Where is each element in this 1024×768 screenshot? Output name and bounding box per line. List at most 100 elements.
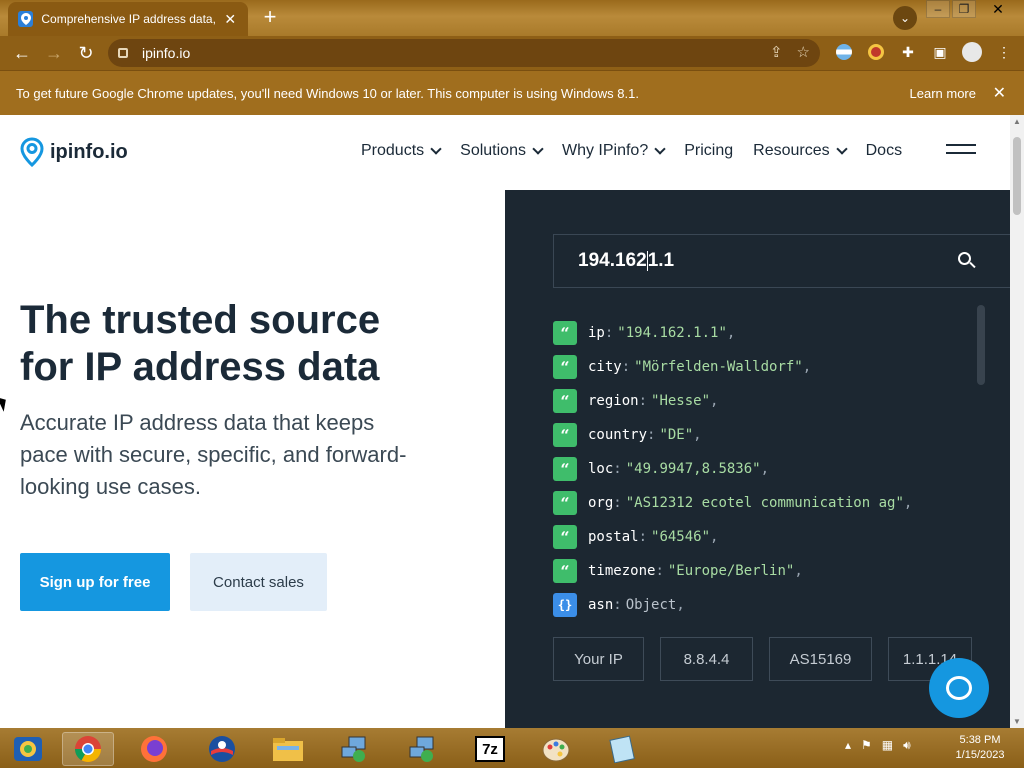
reload-icon[interactable]: ↻ bbox=[70, 37, 102, 69]
ip-search-input[interactable]: 194.1621.1 bbox=[553, 234, 1010, 288]
result-scrollbar[interactable] bbox=[977, 305, 985, 385]
chevron-down-icon bbox=[430, 143, 442, 155]
json-colon: : bbox=[604, 325, 614, 341]
tab-title: Comprehensive IP address data, I… bbox=[41, 12, 215, 26]
window-close-button[interactable]: ✕ bbox=[978, 0, 1018, 18]
hero-title: The trusted source for IP address data bbox=[20, 298, 381, 389]
ipinfo-favicon-icon bbox=[18, 11, 34, 27]
forward-arrow-icon[interactable]: → bbox=[38, 37, 70, 69]
json-colon: : bbox=[655, 563, 664, 579]
contact-sales-button[interactable]: Contact sales bbox=[190, 553, 327, 611]
tab-close-icon[interactable]: ✕ bbox=[223, 11, 238, 28]
scroll-up-arrow-icon[interactable]: ▲ bbox=[1013, 117, 1021, 126]
hamburger-menu-icon[interactable] bbox=[946, 144, 976, 160]
tray-expand-icon[interactable]: ▴ bbox=[845, 738, 851, 753]
main-nav: Products Solutions Why IPinfo? Pricing R… bbox=[361, 142, 902, 160]
restore-button[interactable]: ❐ bbox=[952, 0, 976, 18]
url-text[interactable]: ipinfo.io bbox=[142, 45, 190, 61]
site-header: ipinfo.io Products Solutions Why IPinfo?… bbox=[0, 115, 1010, 187]
quick-lookup-8-8-4-4[interactable]: 8.8.4.4 bbox=[660, 637, 753, 681]
json-value: "DE" bbox=[659, 427, 694, 443]
quick-lookup-your-ip[interactable]: Your IP bbox=[553, 637, 644, 681]
object-badge-icon: {} bbox=[553, 593, 577, 617]
side-panel-icon[interactable]: ▣ bbox=[928, 40, 952, 64]
extensions-puzzle-icon[interactable]: ✚ bbox=[896, 40, 920, 64]
json-comma: , bbox=[903, 495, 913, 511]
nav-why-ipinfo[interactable]: Why IPinfo? bbox=[561, 142, 666, 160]
nav-resources[interactable]: Resources bbox=[753, 142, 848, 160]
omnibox[interactable]: ipinfo.io ⇪ ☆ bbox=[108, 39, 820, 67]
json-colon: : bbox=[613, 461, 622, 477]
json-value: "AS12312 ecotel communication ag" bbox=[625, 495, 904, 511]
back-arrow-icon[interactable]: ← bbox=[6, 37, 38, 69]
nav-docs[interactable]: Docs bbox=[866, 142, 902, 160]
chrome-taskbar-icon[interactable] bbox=[62, 732, 114, 766]
page-scrollbar[interactable]: ▲ ▼ bbox=[1010, 115, 1024, 728]
browser-tab-active[interactable]: Comprehensive IP address data, I… ✕ bbox=[8, 2, 248, 36]
json-key: ip bbox=[588, 325, 605, 341]
app-circle-taskbar-icon[interactable] bbox=[196, 732, 248, 766]
share-icon[interactable]: ⇪ bbox=[770, 43, 783, 61]
json-colon: : bbox=[613, 597, 622, 613]
browser-title-bar: Comprehensive IP address data, I… ✕ + ⌄ … bbox=[0, 0, 1024, 36]
notepad-taskbar-icon[interactable] bbox=[596, 732, 648, 766]
seven-zip-taskbar-icon[interactable]: 7z bbox=[464, 732, 516, 766]
json-comma: , bbox=[802, 359, 812, 375]
system-tray: ▴ ⚑ ▦ 🔊︎ bbox=[845, 738, 911, 753]
json-key: loc bbox=[588, 461, 614, 477]
lock-icon[interactable] bbox=[118, 48, 128, 58]
quick-lookup-as15169[interactable]: AS15169 bbox=[769, 637, 872, 681]
start-button-icon[interactable] bbox=[2, 732, 54, 766]
quick-lookup-buttons: Your IP 8.8.4.4 AS15169 1.1.1.14 bbox=[553, 637, 972, 681]
flag-extension-icon[interactable] bbox=[832, 40, 856, 64]
json-value: "Europe/Berlin" bbox=[667, 563, 795, 579]
chat-support-button[interactable] bbox=[929, 658, 989, 718]
mouse-cursor-icon bbox=[0, 394, 11, 412]
json-row[interactable]: {} asn: Object, bbox=[553, 588, 973, 622]
chrome-menu-icon[interactable]: ⋮ bbox=[992, 40, 1016, 64]
paint-taskbar-icon[interactable] bbox=[530, 732, 582, 766]
network-icon[interactable]: ▦ bbox=[882, 738, 893, 753]
bookmark-star-icon[interactable]: ☆ bbox=[797, 43, 810, 61]
profile-extension-icon[interactable] bbox=[864, 40, 888, 64]
string-badge-icon: “ bbox=[553, 321, 577, 345]
scroll-thumb[interactable] bbox=[1013, 137, 1021, 215]
json-value: "Hesse" bbox=[651, 393, 711, 409]
json-colon: : bbox=[638, 529, 648, 545]
nav-label: Pricing bbox=[684, 142, 734, 159]
minimize-button[interactable]: – bbox=[926, 0, 950, 18]
nav-solutions[interactable]: Solutions bbox=[460, 142, 544, 160]
json-key: postal bbox=[588, 529, 639, 545]
new-tab-button[interactable]: + bbox=[258, 6, 282, 28]
json-row: “ loc: "49.9947,8.5836", bbox=[553, 452, 973, 486]
taskbar-clock[interactable]: 5:38 PM 1/15/2023 bbox=[945, 733, 1015, 763]
nav-pricing[interactable]: Pricing bbox=[684, 142, 733, 160]
network-setup-2-taskbar-icon[interactable] bbox=[396, 732, 448, 766]
nav-label: Why IPinfo? bbox=[561, 142, 649, 159]
json-key: asn bbox=[588, 597, 614, 613]
action-center-flag-icon[interactable]: ⚑ bbox=[861, 738, 872, 753]
infobar-close-icon[interactable]: ✕ bbox=[993, 83, 1006, 103]
ip-search-value[interactable]: 194.1621.1 bbox=[578, 250, 674, 272]
sign-up-button[interactable]: Sign up for free bbox=[20, 553, 170, 611]
site-logo[interactable]: ipinfo.io bbox=[20, 137, 128, 167]
search-icon[interactable] bbox=[958, 252, 976, 270]
nav-products[interactable]: Products bbox=[361, 142, 442, 160]
file-explorer-taskbar-icon[interactable] bbox=[262, 732, 314, 766]
account-avatar-icon[interactable] bbox=[960, 40, 984, 64]
tab-search-chevron-icon[interactable]: ⌄ bbox=[893, 6, 917, 30]
hero-subtitle: Accurate IP address data that keeps pace… bbox=[20, 410, 407, 499]
json-value: "49.9947,8.5836" bbox=[625, 461, 761, 477]
firefox-taskbar-icon[interactable] bbox=[128, 732, 180, 766]
json-comma: , bbox=[794, 563, 803, 579]
json-key: country bbox=[588, 427, 648, 443]
scroll-down-arrow-icon[interactable]: ▼ bbox=[1013, 717, 1021, 726]
nav-label: Resources bbox=[753, 142, 830, 159]
json-colon: : bbox=[613, 495, 622, 511]
string-badge-icon: “ bbox=[553, 355, 577, 379]
search-value-part: 1.1 bbox=[647, 250, 675, 271]
address-toolbar: ← → ↻ ipinfo.io ⇪ ☆ ✚ ▣ ⋮ bbox=[0, 36, 1024, 70]
network-setup-taskbar-icon[interactable] bbox=[328, 732, 380, 766]
volume-icon[interactable]: 🔊︎ bbox=[903, 738, 911, 753]
learn-more-link[interactable]: Learn more bbox=[910, 86, 976, 101]
